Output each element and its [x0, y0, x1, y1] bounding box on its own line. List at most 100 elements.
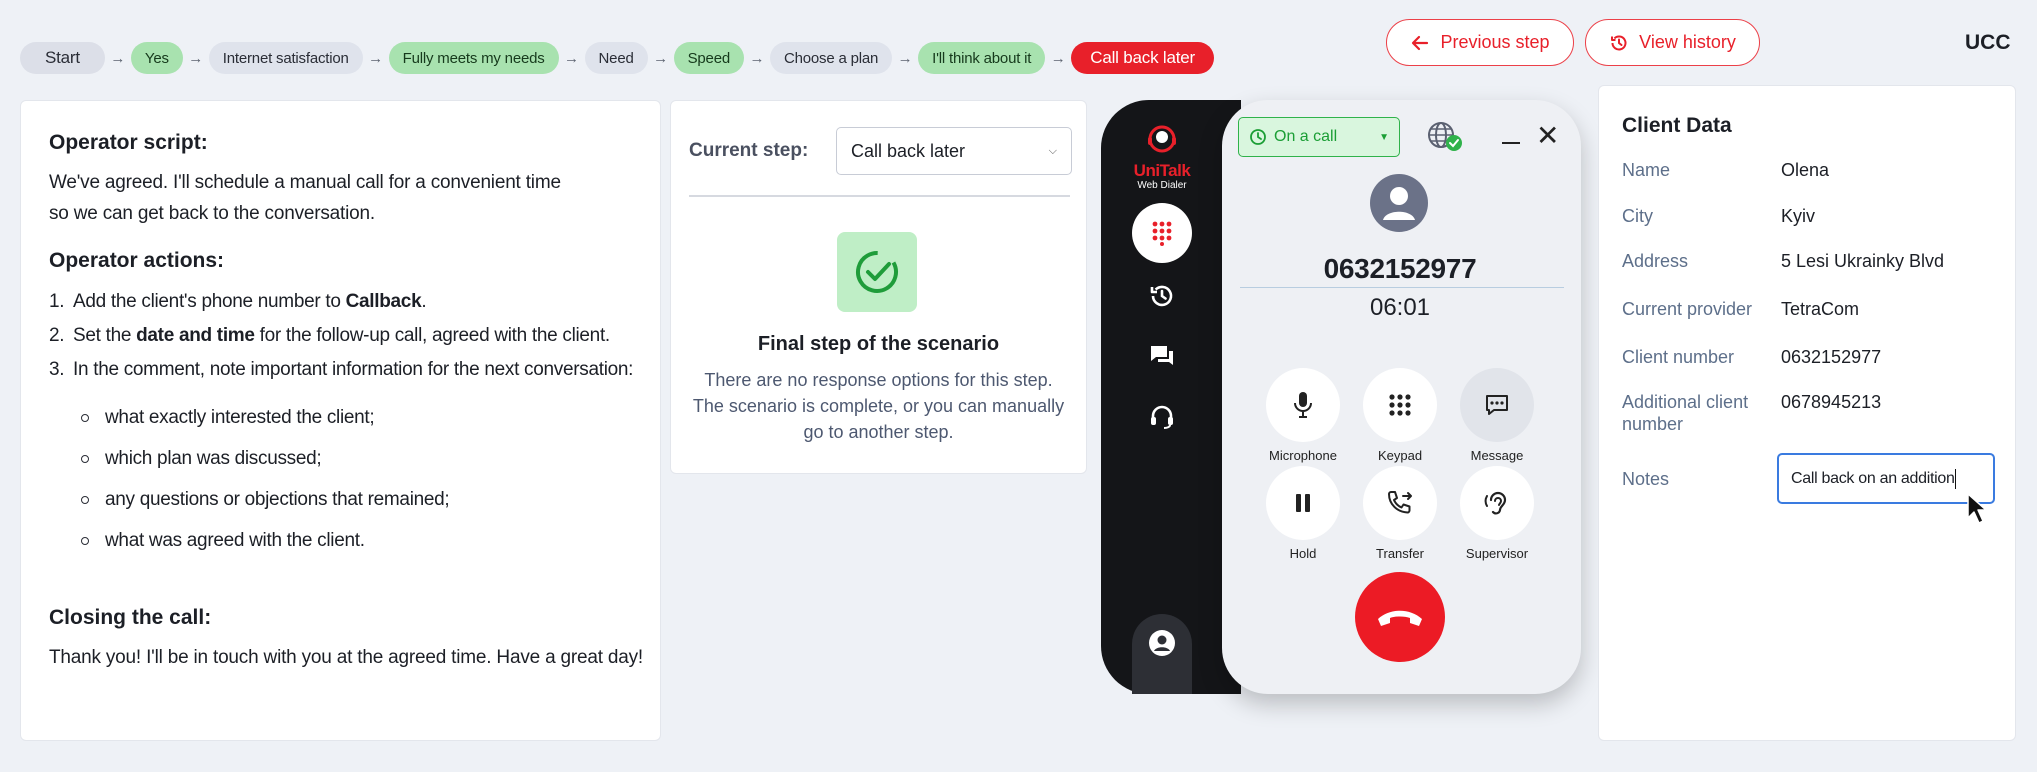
action-text: Add the client's phone number to Callbac… [73, 285, 427, 319]
client-field-city: City Kyiv [1622, 205, 1815, 227]
arrow-right-icon: → [749, 49, 765, 67]
transfer-call-icon [1388, 491, 1412, 514]
action-number: 2. [49, 325, 65, 346]
action-text-bold: Callback [345, 291, 422, 312]
arrow-right-icon: → [1050, 49, 1066, 67]
transfer-button[interactable]: Transfer [1351, 466, 1449, 561]
field-label: Name [1622, 160, 1671, 180]
bullet-text: what was agreed with the client. [105, 530, 365, 551]
messages-nav-button[interactable] [1132, 326, 1192, 386]
arrow-right-icon: → [188, 49, 204, 67]
arrow-left-icon [1412, 35, 1429, 50]
client-field-notes: Notes [1622, 468, 1781, 490]
divider [1240, 287, 1564, 288]
current-step-label: Current step: [689, 140, 809, 161]
breadcrumb-step[interactable]: Speed [673, 42, 744, 74]
chat-icon [1151, 346, 1173, 365]
caller-phone-number: 0632152977 [1323, 253, 1477, 284]
user-icon [1383, 187, 1415, 220]
previous-step-button[interactable]: Previous step [1386, 19, 1574, 66]
client-field-additional-number: Additional client number 0678945213 [1622, 391, 1881, 435]
actions-bullet-list: what exactly interested the client; which… [81, 397, 660, 561]
field-label: Address [1622, 251, 1689, 271]
history-icon [1611, 35, 1627, 50]
dialpad-nav-button[interactable] [1132, 203, 1192, 263]
support-nav-button[interactable] [1132, 386, 1192, 446]
field-value: Olena [1781, 160, 1830, 180]
bullet-item: what was agreed with the client. [81, 520, 660, 561]
bullet-item: any questions or objections that remaine… [81, 479, 660, 520]
action-text-part: Add the client's phone number to [73, 291, 346, 312]
action-text-part: In the comment, note important informati… [73, 359, 634, 380]
field-value: 0678945213 [1781, 392, 1882, 412]
headset-logo-icon [1148, 125, 1176, 153]
closing-text: Thank you! I'll be in touch with you at … [49, 647, 644, 668]
network-status-icon [1426, 121, 1464, 158]
pause-icon [1296, 494, 1310, 512]
keypad-icon [1389, 394, 1411, 416]
final-step-line: The scenario is complete, or you can man… [692, 396, 1065, 416]
divider [689, 195, 1070, 197]
final-step-description: There are no response options for this s… [685, 367, 1072, 445]
script-title: Operator script: [49, 131, 208, 154]
call-timer: 06:01 [1369, 294, 1431, 321]
view-history-button[interactable]: View history [1585, 19, 1760, 66]
breadcrumb: Start → Yes → Internet satisfaction → Fully me… [20, 41, 1214, 75]
text-caret [1954, 468, 1956, 489]
headset-icon [1151, 405, 1173, 429]
previous-step-label: Previous step [1440, 32, 1550, 52]
final-step-title: Final step of the scenario [757, 333, 1000, 355]
arrow-right-icon: → [110, 49, 126, 67]
clock-icon [1250, 129, 1266, 145]
chevron-down-icon: ⌵ [1048, 144, 1057, 157]
field-value: TetraCom [1781, 299, 1860, 319]
current-step-value: Call back later [851, 140, 966, 161]
caret-down-icon: ▼ [1379, 131, 1389, 143]
current-step-select[interactable]: Call back later ⌵ [836, 127, 1072, 175]
hang-up-icon [1378, 610, 1422, 626]
arrow-right-icon: → [564, 49, 580, 67]
breadcrumb-step[interactable]: Yes [130, 42, 183, 74]
keypad-button[interactable]: Keypad [1351, 368, 1449, 463]
breadcrumb-step[interactable]: I'll think about it [918, 42, 1046, 74]
bullet-text: what exactly interested the client; [105, 407, 375, 428]
action-number: 1. [49, 291, 65, 312]
script-line: We've agreed. I'll schedule a manual cal… [49, 172, 561, 193]
history-icon [1150, 285, 1173, 307]
bullet-icon [81, 536, 89, 545]
action-number: 3. [49, 359, 65, 380]
breadcrumb-step[interactable]: Call back later [1071, 42, 1214, 74]
call-status-dropdown[interactable]: On a call ▼ [1238, 117, 1400, 157]
microphone-button[interactable]: Microphone [1254, 368, 1352, 463]
call-history-nav-button[interactable] [1132, 266, 1192, 326]
profile-nav-button[interactable] [1132, 614, 1192, 694]
supervisor-button[interactable]: Supervisor [1448, 466, 1546, 561]
message-button[interactable]: Message [1448, 368, 1546, 463]
hang-up-button[interactable] [1355, 572, 1445, 662]
message-label: Message [1470, 448, 1524, 463]
bullet-text: which plan was discussed; [105, 448, 322, 469]
client-field-name: Name Olena [1622, 159, 1829, 181]
breadcrumb-step[interactable]: Need [584, 42, 648, 74]
breadcrumb-step[interactable]: Fully meets my needs [388, 42, 559, 74]
bullet-text: any questions or objections that remaine… [105, 489, 450, 510]
field-label: Client number [1622, 347, 1735, 367]
close-icon[interactable]: ✕ [1536, 122, 1559, 150]
closing-title: Closing the call: [49, 606, 212, 629]
field-value: 0632152977 [1781, 347, 1882, 367]
breadcrumb-step[interactable]: Choose a plan [769, 42, 893, 74]
notes-input[interactable]: Call back on an addition [1777, 453, 1995, 504]
dialpad-icon [1152, 221, 1172, 246]
current-step-panel: Current step: Call back later ⌵ Final st… [670, 100, 1087, 474]
breadcrumb-step[interactable]: Start [20, 42, 105, 74]
actions-list: 1. Add the client's phone number to Callb… [49, 285, 660, 387]
field-label: Additional client number [1622, 392, 1749, 434]
minimize-icon[interactable] [1502, 128, 1520, 144]
client-field-address: Address 5 Lesi Ukrainky Blvd [1622, 250, 1944, 272]
view-history-label: View history [1639, 32, 1736, 52]
arrow-right-icon: → [897, 49, 913, 67]
hold-button[interactable]: Hold [1254, 466, 1352, 561]
bullet-item: what exactly interested the client; [81, 397, 660, 438]
breadcrumb-step[interactable]: Internet satisfaction [208, 42, 363, 74]
field-label: City [1622, 206, 1653, 226]
